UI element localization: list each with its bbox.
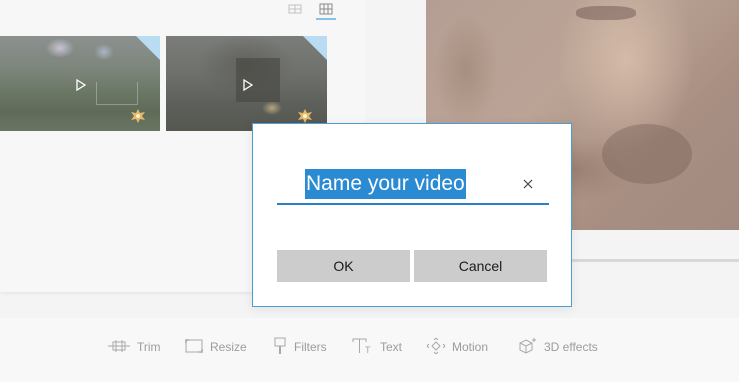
star-badge-icon (297, 109, 313, 123)
clip-corner-fold (136, 36, 160, 60)
grid-view-icon[interactable] (316, 2, 336, 20)
filters-icon (272, 337, 294, 358)
resize-icon (184, 338, 210, 357)
motion-icon (426, 337, 452, 358)
ok-button[interactable]: OK (277, 250, 410, 282)
resize-label: Resize (210, 340, 247, 354)
3d-effects-icon (518, 337, 544, 358)
motion-label: Motion (452, 340, 489, 354)
close-icon[interactable] (522, 177, 534, 189)
3d-effects-label: 3D effects (544, 340, 598, 354)
editing-toolbar: Trim Resize Filters T Text Motion 3D eff… (0, 318, 739, 382)
video-name-input[interactable]: Name your video (277, 167, 549, 205)
filters-label: Filters (294, 340, 327, 354)
text-button[interactable]: T Text (352, 337, 402, 357)
text-label: Text (380, 340, 403, 354)
star-badge-icon (130, 109, 146, 123)
play-icon (243, 78, 254, 92)
resize-button[interactable]: Resize (184, 337, 247, 357)
video-name-selected-text[interactable]: Name your video (305, 169, 466, 199)
3d-effects-button[interactable]: 3D effects (518, 337, 598, 357)
svg-text:T: T (365, 345, 371, 354)
text-icon: T (352, 338, 380, 357)
filters-button[interactable]: Filters (272, 337, 327, 357)
name-video-dialog: Name your video OK Cancel (252, 123, 572, 307)
cancel-button[interactable]: Cancel (414, 250, 547, 282)
trim-button[interactable]: Trim (107, 337, 161, 357)
list-view-icon[interactable] (287, 2, 303, 16)
play-icon (76, 78, 87, 92)
clip-corner-fold (303, 36, 327, 60)
video-clip-card[interactable] (166, 36, 327, 131)
trim-label: Trim (137, 340, 161, 354)
trim-icon (107, 339, 137, 356)
motion-button[interactable]: Motion (426, 337, 488, 357)
video-clip-card[interactable] (0, 36, 160, 131)
